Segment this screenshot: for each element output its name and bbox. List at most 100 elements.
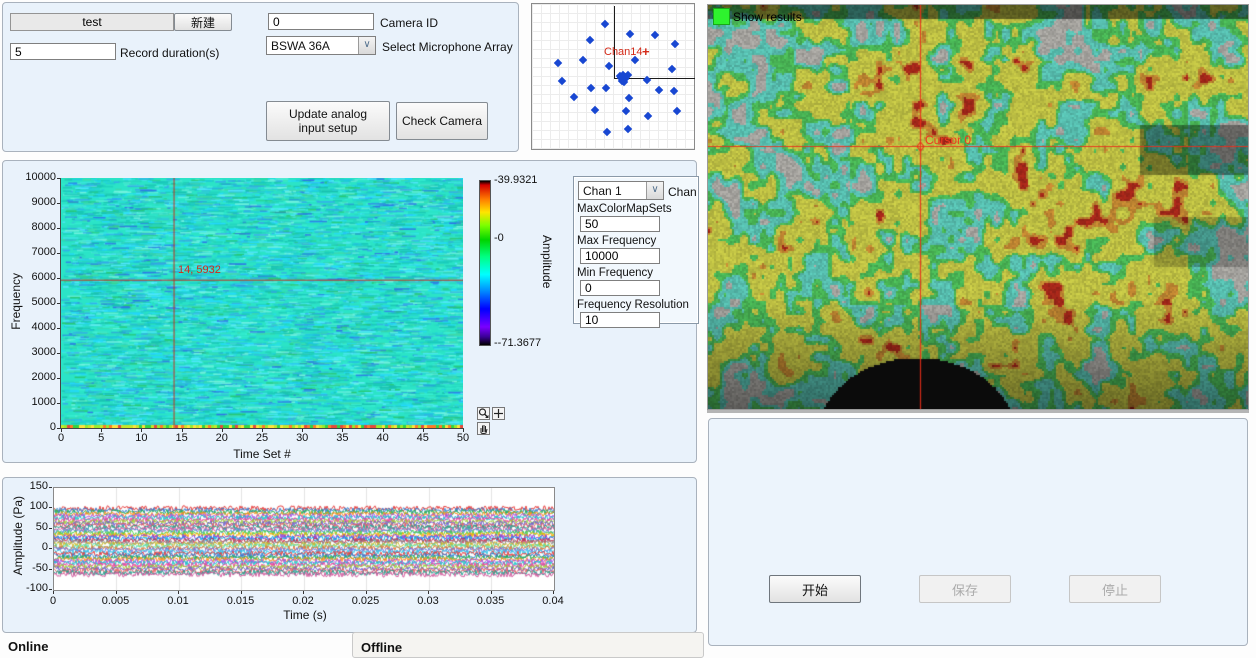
y-tick-label: 0 xyxy=(3,541,48,553)
colorbar-min-label: --71.3677 xyxy=(494,337,541,349)
pan-hand-tool-icon[interactable] xyxy=(477,422,490,435)
mic-position-marker xyxy=(591,106,599,114)
y-tick-label: 50 xyxy=(3,521,48,533)
spectrogram-x-axis-label: Time Set # xyxy=(222,447,302,461)
mic-position-marker xyxy=(587,84,595,92)
min-frequency-input[interactable] xyxy=(580,280,660,296)
x-tick-label: 10 xyxy=(126,432,156,444)
channel-select-value: Chan 1 xyxy=(583,184,622,198)
chevron-down-icon[interactable]: ∨ xyxy=(646,182,663,199)
mic-position-marker xyxy=(670,87,678,95)
show-results-checkbox[interactable] xyxy=(713,8,730,25)
spectrogram-controls-box: Chan 1 ∨ Chan MaxColorMapSets Max Freque… xyxy=(573,176,699,324)
mic-position-marker xyxy=(644,112,652,120)
stop-button[interactable]: 停止 xyxy=(1069,575,1161,603)
spectrogram-y-axis-line xyxy=(60,178,61,429)
frequency-resolution-input[interactable] xyxy=(580,312,660,328)
mic-position-marker xyxy=(601,20,609,28)
record-duration-input[interactable] xyxy=(10,43,116,60)
acoustic-camera-view[interactable]: Show results Cursor 0 xyxy=(707,4,1249,410)
x-tick-label: 0.01 xyxy=(156,595,200,607)
show-results-label: Show results xyxy=(733,10,802,24)
max-frequency-input[interactable] xyxy=(580,248,660,264)
channel-select-label: Chan xyxy=(668,185,697,199)
mic-cursor-cross-icon: + xyxy=(642,44,650,59)
spectrogram-plot[interactable]: 14, 5932 xyxy=(61,178,463,428)
mic-position-marker xyxy=(651,31,659,39)
camera-cursor-label: Cursor 0 xyxy=(925,133,971,147)
x-tick-label: 20 xyxy=(207,432,237,444)
x-tick-label: 0.04 xyxy=(531,595,575,607)
x-tick-label: 25 xyxy=(247,432,277,444)
mic-position-marker xyxy=(673,107,681,115)
save-button[interactable]: 保存 xyxy=(919,575,1011,603)
spectrogram-cursor-label: 14, 5932 xyxy=(178,264,221,276)
record-duration-label: Record duration(s) xyxy=(120,46,219,60)
colorbar-max-label: -39.9321 xyxy=(494,174,537,186)
y-tick-label: -50 xyxy=(3,562,48,574)
mic-position-marker xyxy=(603,128,611,136)
spectrogram-panel: 14, 5932 0100020003000400050006000700080… xyxy=(2,160,697,463)
mic-position-marker xyxy=(626,30,634,38)
mic-position-marker xyxy=(586,36,594,44)
mic-position-marker xyxy=(554,59,562,67)
offline-status-bar: Offline xyxy=(352,632,704,658)
mic-position-marker xyxy=(668,65,676,73)
waveform-y-axis-label: Amplitude (Pa) xyxy=(11,496,25,575)
x-tick-label: 0.015 xyxy=(219,595,263,607)
offline-status-label: Offline xyxy=(361,640,402,655)
mic-position-marker xyxy=(579,56,587,64)
x-tick-label: 40 xyxy=(368,432,398,444)
x-tick-label: 5 xyxy=(86,432,116,444)
y-tick-label: 2000 xyxy=(3,371,56,383)
mic-array-select[interactable]: BSWA 36A ∨ xyxy=(266,36,376,55)
camera-id-input[interactable] xyxy=(268,13,374,30)
x-tick-label: 0 xyxy=(31,595,75,607)
online-status-label: Online xyxy=(8,639,48,654)
mic-array-plot[interactable]: + Chan14 xyxy=(531,3,695,150)
colorbar xyxy=(479,180,491,346)
mic-position-marker xyxy=(558,77,566,85)
y-tick-label: 10000 xyxy=(3,171,56,183)
test-name-field[interactable]: test xyxy=(10,13,174,31)
mic-position-marker xyxy=(624,125,632,133)
max-frequency-label: Max Frequency xyxy=(577,235,656,247)
x-tick-label: 30 xyxy=(287,432,317,444)
chevron-down-icon[interactable]: ∨ xyxy=(358,37,375,54)
cursor-tool-icon[interactable] xyxy=(492,407,505,420)
x-tick-label: 0.005 xyxy=(94,595,138,607)
y-tick-label: 9000 xyxy=(3,196,56,208)
start-button[interactable]: 开始 xyxy=(769,575,861,603)
y-tick-label: 150 xyxy=(3,480,48,492)
y-tick-label: 3000 xyxy=(3,346,56,358)
y-tick-label: 8000 xyxy=(3,221,56,233)
channel-select[interactable]: Chan 1 ∨ xyxy=(578,181,664,200)
mic-position-marker xyxy=(622,107,630,115)
mic-array-select-value: BSWA 36A xyxy=(271,39,330,53)
spectrogram-y-axis-label: Frequency xyxy=(9,273,23,330)
max-colormap-label: MaxColorMapSets xyxy=(577,203,672,215)
x-tick-label: 0.02 xyxy=(281,595,325,607)
x-tick-label: 15 xyxy=(167,432,197,444)
frequency-resolution-label: Frequency Resolution xyxy=(577,299,689,311)
x-tick-label: 50 xyxy=(448,432,478,444)
x-tick-label: 35 xyxy=(327,432,357,444)
mic-position-marker xyxy=(605,62,613,70)
x-tick-label: 0 xyxy=(46,432,76,444)
mic-crosshair-vertical xyxy=(614,6,615,78)
max-colormap-input[interactable] xyxy=(580,216,660,232)
y-tick-label: 1000 xyxy=(3,396,56,408)
x-tick-label: 45 xyxy=(408,432,438,444)
y-tick-label: 7000 xyxy=(3,246,56,258)
mic-position-marker xyxy=(655,86,663,94)
y-tick-label: 100 xyxy=(3,500,48,512)
mic-position-marker xyxy=(625,94,633,102)
waveform-plot[interactable] xyxy=(53,487,555,591)
new-button[interactable]: 新建 xyxy=(174,13,232,31)
min-frequency-label: Min Frequency xyxy=(577,267,653,279)
colorbar-zero-label: -0 xyxy=(494,232,504,244)
check-camera-button[interactable]: Check Camera xyxy=(396,102,488,140)
update-analog-input-button[interactable]: Update analog input setup xyxy=(266,101,390,141)
mic-array-select-label: Select Microphone Array xyxy=(382,40,513,54)
zoom-tool-icon[interactable] xyxy=(477,407,490,420)
